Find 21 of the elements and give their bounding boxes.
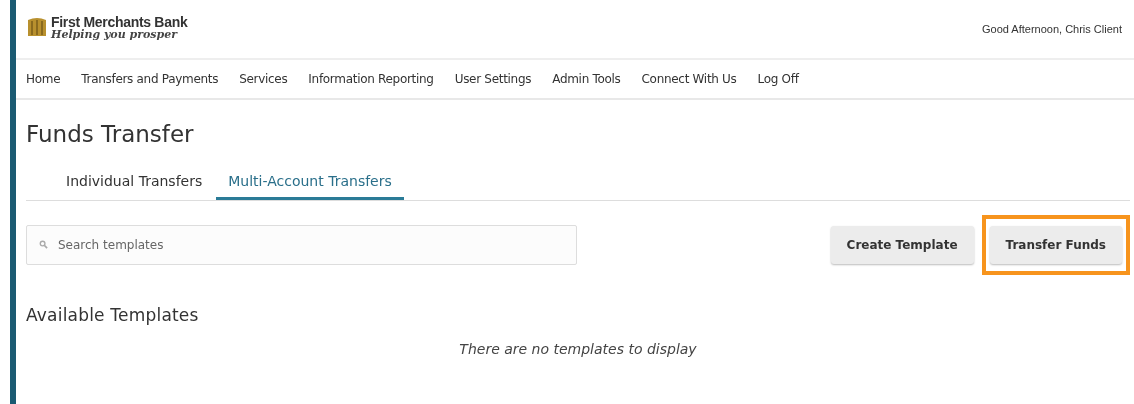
nav-link[interactable]: Admin Tools [552, 72, 621, 86]
action-button[interactable]: Transfer Funds [989, 226, 1122, 264]
section-title: Available Templates [26, 305, 200, 325]
page-title: Funds Transfer [26, 121, 195, 147]
empty-message: There are no templates to display [458, 341, 698, 357]
bank-name: First Merchants Bank [51, 14, 188, 29]
tab[interactable]: Multi-Account Transfers [216, 173, 404, 200]
nav-link[interactable]: User Settings [454, 72, 532, 86]
nav-link[interactable]: Services [239, 72, 288, 86]
nav-link[interactable]: Connect With Us [641, 72, 737, 86]
nav-link[interactable]: Home [26, 72, 61, 86]
search-field[interactable]: Search templates [26, 225, 577, 265]
tab[interactable]: Individual Transfers [54, 173, 215, 200]
search-icon [39, 240, 48, 249]
greeting-text: Good Afternoon, Chris Client [981, 23, 1122, 35]
nav-link[interactable]: Transfers and Payments [81, 72, 219, 86]
nav-link[interactable]: Information Reporting [308, 72, 434, 86]
action-button[interactable]: Create Template [830, 226, 974, 264]
nav-link[interactable]: Log Off [757, 72, 799, 86]
bank-logo-icon [27, 15, 47, 36]
bank-tagline: Helping you prosper [51, 28, 179, 40]
